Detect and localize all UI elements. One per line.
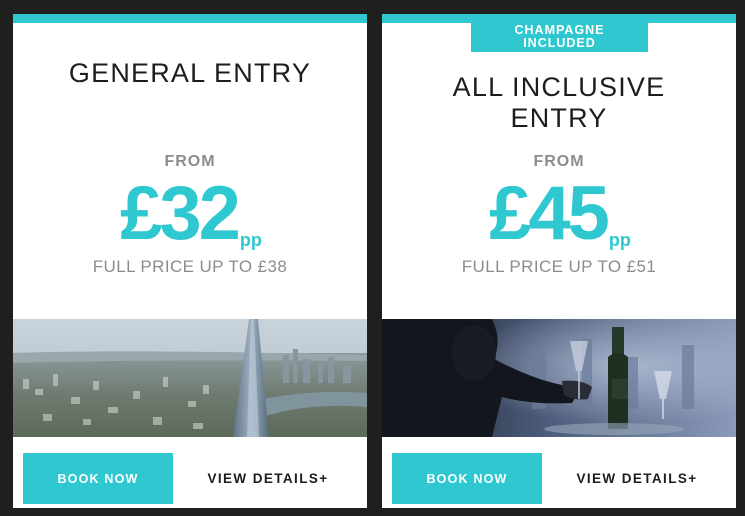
ticket-card-general-entry: GENERAL ENTRY FROM £32 pp FULL PRICE UP T…	[13, 14, 367, 508]
price-amount: £32	[120, 171, 241, 256]
card-actions: BOOK NOW VIEW DETAILS+	[13, 437, 367, 508]
price-amount: £45	[489, 171, 610, 256]
price-unit: pp	[608, 230, 631, 250]
book-now-button[interactable]: BOOK NOW	[392, 453, 542, 504]
price: £32 pp	[13, 174, 367, 254]
badge-label: CHAMPAGNE INCLUDED	[514, 22, 605, 50]
book-now-button[interactable]: BOOK NOW	[23, 453, 173, 504]
full-price-text: FULL PRICE UP TO £51	[461, 257, 657, 276]
ticket-title: GENERAL ENTRY	[68, 58, 312, 88]
champagne-image	[382, 319, 736, 437]
ticket-card-all-inclusive-entry: CHAMPAGNE INCLUDED ALL INCLUSIVE ENTRY F…	[382, 14, 736, 508]
ticket-title-line-1: ALL INCLUSIVE	[452, 72, 666, 102]
view-details-link[interactable]: VIEW DETAILS+	[193, 453, 343, 504]
champagne-included-badge: CHAMPAGNE INCLUDED	[471, 21, 648, 52]
card-accent-bar	[13, 14, 367, 23]
ticket-image	[382, 319, 736, 437]
ticket-title-line-2: ENTRY	[510, 103, 608, 133]
card-actions: BOOK NOW VIEW DETAILS+	[382, 437, 736, 508]
london-skyline-image	[13, 319, 367, 437]
price-unit: pp	[239, 230, 262, 250]
ticket-image	[13, 319, 367, 437]
from-label: FROM	[533, 153, 585, 170]
ticket-title: ALL INCLUSIVE ENTRY	[382, 72, 736, 134]
from-label: FROM	[164, 153, 216, 170]
price: £45 pp	[382, 174, 736, 254]
view-details-link[interactable]: VIEW DETAILS+	[562, 453, 712, 504]
full-price-text: FULL PRICE UP TO £38	[92, 257, 288, 276]
